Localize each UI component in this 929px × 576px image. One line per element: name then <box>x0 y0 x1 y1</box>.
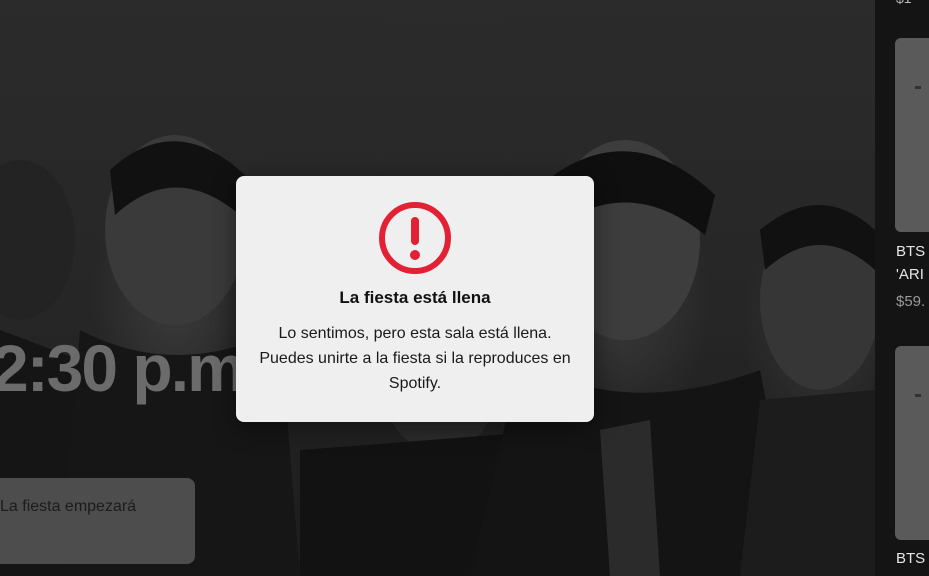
product-title-line[interactable]: BTS <box>896 550 925 567</box>
party-status-card: La fiesta empezará <box>0 478 195 564</box>
product-thumbnail[interactable] <box>895 38 929 232</box>
merch-sidebar: $1 BTS 'ARI $59. BTS <box>875 0 929 576</box>
product-title-line[interactable]: BTS <box>896 243 925 260</box>
previous-price: $1 <box>896 0 912 6</box>
dialog-message: Lo sentimos, pero esta sala está llena. … <box>259 325 571 392</box>
product-title-line[interactable]: 'ARI <box>896 266 924 283</box>
product-image-detail <box>915 394 921 397</box>
party-full-dialog: La fiesta está llena Lo sentimos, pero e… <box>236 176 594 422</box>
product-image-detail <box>915 86 921 89</box>
party-status-text: La fiesta empezará <box>0 498 137 515</box>
dialog-title: La fiesta está llena <box>339 288 491 307</box>
product-price: $59. <box>896 293 926 310</box>
exclamation-circle-icon <box>379 202 451 274</box>
product-thumbnail[interactable] <box>895 346 929 540</box>
